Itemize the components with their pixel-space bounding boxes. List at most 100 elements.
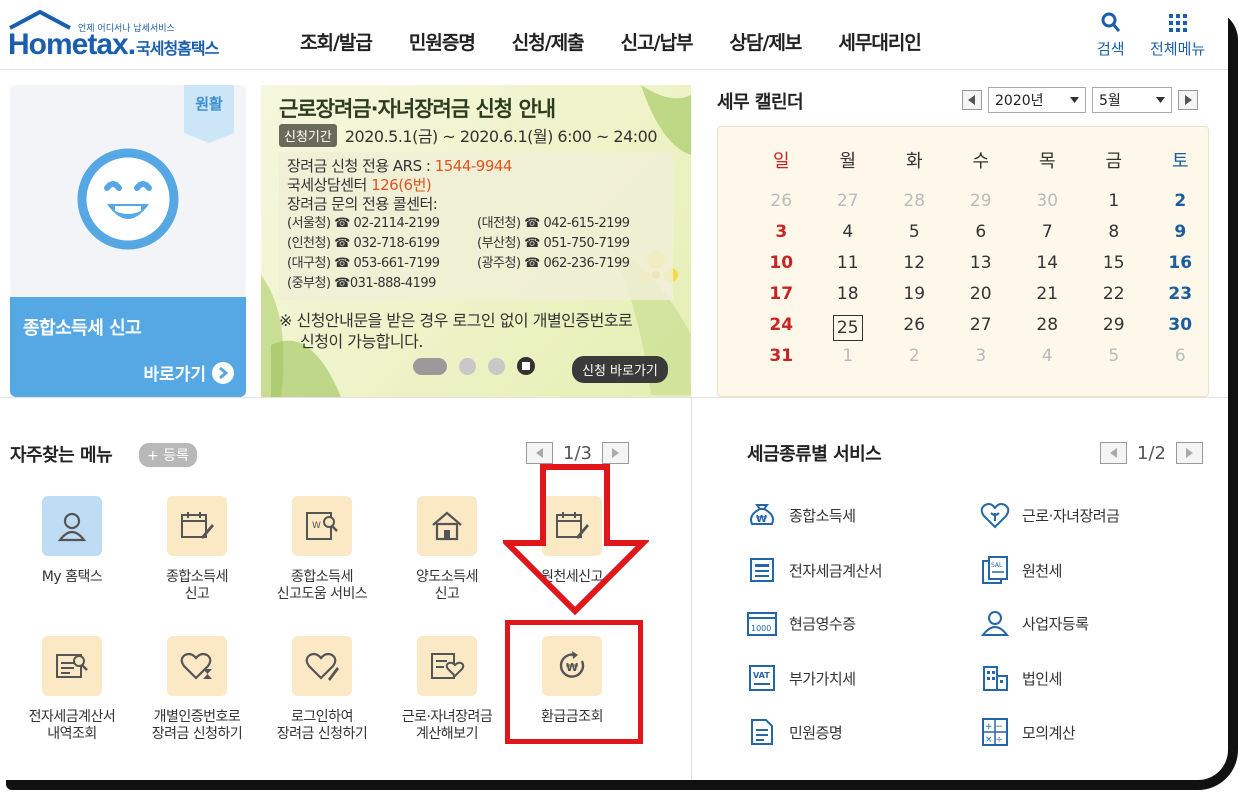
promo-title: 종합소득세 신고 [23, 318, 142, 339]
carousel-dot-3[interactable] [488, 357, 505, 375]
calendar-day-number: 22 [1102, 284, 1125, 304]
frequent-pager: 1/3 [526, 442, 629, 464]
calendar-day[interactable]: 27 [815, 191, 882, 211]
calendar-day[interactable]: 22 [1081, 284, 1148, 304]
house-icon [417, 496, 477, 556]
calendar-day[interactable]: 16 [1147, 253, 1214, 273]
calendar-day[interactable]: 9 [1147, 222, 1214, 242]
calendar-day[interactable]: 3 [948, 346, 1015, 366]
hometax-logo[interactable]: 언제 어디서나 납세서비스 Hometax. 국세청홈택스 [8, 10, 238, 61]
calendar-day[interactable]: 13 [948, 253, 1015, 273]
header: 언제 어디서나 납세서비스 Hometax. 국세청홈택스 조회/발급 민원증명… [0, 0, 1228, 70]
services-prev-button[interactable] [1100, 442, 1127, 464]
calendar-day[interactable]: 20 [948, 284, 1015, 304]
calendar-day[interactable]: 6 [1147, 346, 1214, 366]
calendar-day[interactable]: 2 [881, 346, 948, 366]
calendar-day[interactable]: 28 [1014, 315, 1081, 341]
menu-e-invoice-history[interactable]: 전자세금계산서 내역조회 [7, 636, 137, 743]
menu-my-hometax[interactable]: My 홈택스 [7, 496, 137, 586]
calendar-day[interactable]: 4 [1014, 346, 1081, 366]
calendar-day[interactable]: 3 [748, 222, 815, 242]
carousel-dot-2[interactable] [459, 357, 476, 375]
frequent-prev-button[interactable] [526, 442, 553, 464]
calendar-day[interactable]: 12 [881, 253, 948, 273]
nav-apply-submit[interactable]: 신청/제출 [512, 28, 585, 55]
nav-civil-certificate[interactable]: 민원증명 [409, 28, 476, 55]
carousel-stop-button[interactable] [517, 357, 535, 375]
weekday-label: 월 [839, 151, 857, 172]
calendar-day[interactable]: 5 [1081, 346, 1148, 366]
nav-consult-report[interactable]: 상담/제보 [730, 28, 803, 55]
menu-incentive-calculator[interactable]: 근로·자녀장려금 계산해보기 [382, 636, 512, 743]
service-civil-certificate[interactable]: 민원증명 [747, 717, 843, 747]
services-next-button[interactable] [1175, 442, 1203, 464]
calendar-day[interactable]: 26 [748, 191, 815, 211]
income-tax-promo-card[interactable]: 원활 종합소득세 신고 바로가기 [10, 85, 246, 397]
calendar-day[interactable]: 5 [881, 222, 948, 242]
calendar-day[interactable]: 17 [748, 284, 815, 304]
calendar-day[interactable]: 7 [1014, 222, 1081, 242]
calendar-day[interactable]: 19 [881, 284, 948, 304]
calendar-day[interactable]: 11 [815, 253, 882, 273]
calendar-day[interactable]: 24 [748, 315, 815, 341]
calendar-day[interactable]: 1 [1081, 191, 1148, 211]
menu-income-tax-help[interactable]: W 종합소득세 신고도움 서비스 [257, 496, 387, 603]
menu-apply-with-auth-number[interactable]: 개별인증번호로 장려금 신청하기 [132, 636, 262, 743]
menu-income-tax-report[interactable]: 종합소득세 신고 [132, 496, 262, 603]
carousel-dot-1[interactable] [413, 357, 447, 375]
month-select[interactable]: 5월 [1092, 87, 1172, 113]
calendar-day-number: 28 [1036, 315, 1059, 335]
calendar-day[interactable]: 26 [881, 315, 948, 341]
all-menu-button[interactable]: 전체메뉴 [1150, 12, 1205, 59]
calendar-day-today[interactable]: 25 [815, 315, 882, 341]
calendar-day[interactable]: 29 [948, 191, 1015, 211]
service-vat[interactable]: VAT 부가가치세 [747, 663, 856, 693]
calendar-day[interactable]: 8 [1081, 222, 1148, 242]
calendar-day[interactable]: 23 [1147, 284, 1214, 304]
calendar-day[interactable]: 1 [815, 346, 882, 366]
service-e-invoice[interactable]: 전자세금계산서 [747, 555, 883, 585]
calendar-day[interactable]: 21 [1014, 284, 1081, 304]
calendar-next-button[interactable] [1178, 90, 1198, 110]
promo-go-label: 바로가기 [143, 365, 206, 385]
menu-label: 전자세금계산서 내역조회 [28, 709, 116, 742]
calendar-day[interactable]: 30 [1014, 191, 1081, 211]
triangle-left-icon [968, 95, 975, 105]
stop-icon [522, 362, 530, 370]
triangle-right-icon [1186, 448, 1194, 458]
frequent-next-button[interactable] [601, 442, 629, 464]
calendar-day[interactable]: 10 [748, 253, 815, 273]
calendar-day[interactable]: 6 [948, 222, 1015, 242]
calendar-day[interactable]: 4 [815, 222, 882, 242]
year-select[interactable]: 2020년 [988, 87, 1086, 113]
calendar-day[interactable]: 28 [881, 191, 948, 211]
calendar-day[interactable]: 31 [748, 346, 815, 366]
nav-tax-agent[interactable]: 세무대리인 [838, 28, 921, 55]
nav-report-pay[interactable]: 신고/납부 [621, 28, 694, 55]
calendar-day[interactable]: 29 [1081, 315, 1148, 341]
register-button[interactable]: + 등록 [139, 443, 197, 467]
service-income-tax[interactable]: ₩ 종합소득세 [747, 500, 856, 530]
calendar-day[interactable]: 18 [815, 284, 882, 304]
nav-lookup-issue[interactable]: 조회/발급 [300, 28, 373, 55]
search-button[interactable]: 검색 [1097, 12, 1125, 59]
promo-go-link[interactable]: 바로가기 [143, 360, 234, 385]
contact-daegu: (대구청) ☎ 053-661-7199 [287, 256, 440, 271]
menu-transfer-income-tax[interactable]: 양도소득세 신고 [382, 496, 512, 603]
calendar-prev-button[interactable] [962, 90, 982, 110]
service-withholding-tax[interactable]: SAL 원천세 [980, 555, 1062, 585]
calendar-day[interactable]: 14 [1014, 253, 1081, 273]
service-mock-calculation[interactable]: + − × ÷ 모의계산 [980, 717, 1076, 747]
incentive-banner[interactable]: 근로장려금·자녀장려금 신청 안내 신청기간 2020.5.1(금) ~ 202… [261, 85, 691, 397]
service-incentive[interactable]: 근로·자녀장려금 [980, 500, 1120, 530]
service-business-registration[interactable]: 사업자등록 [980, 608, 1089, 638]
calendar-day[interactable]: 30 [1147, 315, 1214, 341]
calendar-day[interactable]: 15 [1081, 253, 1148, 273]
apply-shortcut-button[interactable]: 신청 바로가기 [572, 356, 668, 383]
service-cash-receipt[interactable]: 1000 현금영수증 [747, 608, 856, 638]
calendar-week: 10 11 12 13 14 15 16 [748, 253, 1214, 273]
calendar-day[interactable]: 2 [1147, 191, 1214, 211]
service-corporate-tax[interactable]: 법인세 [980, 663, 1062, 693]
menu-apply-with-login[interactable]: 로그인하여 장려금 신청하기 [257, 636, 387, 743]
calendar-day[interactable]: 27 [948, 315, 1015, 341]
